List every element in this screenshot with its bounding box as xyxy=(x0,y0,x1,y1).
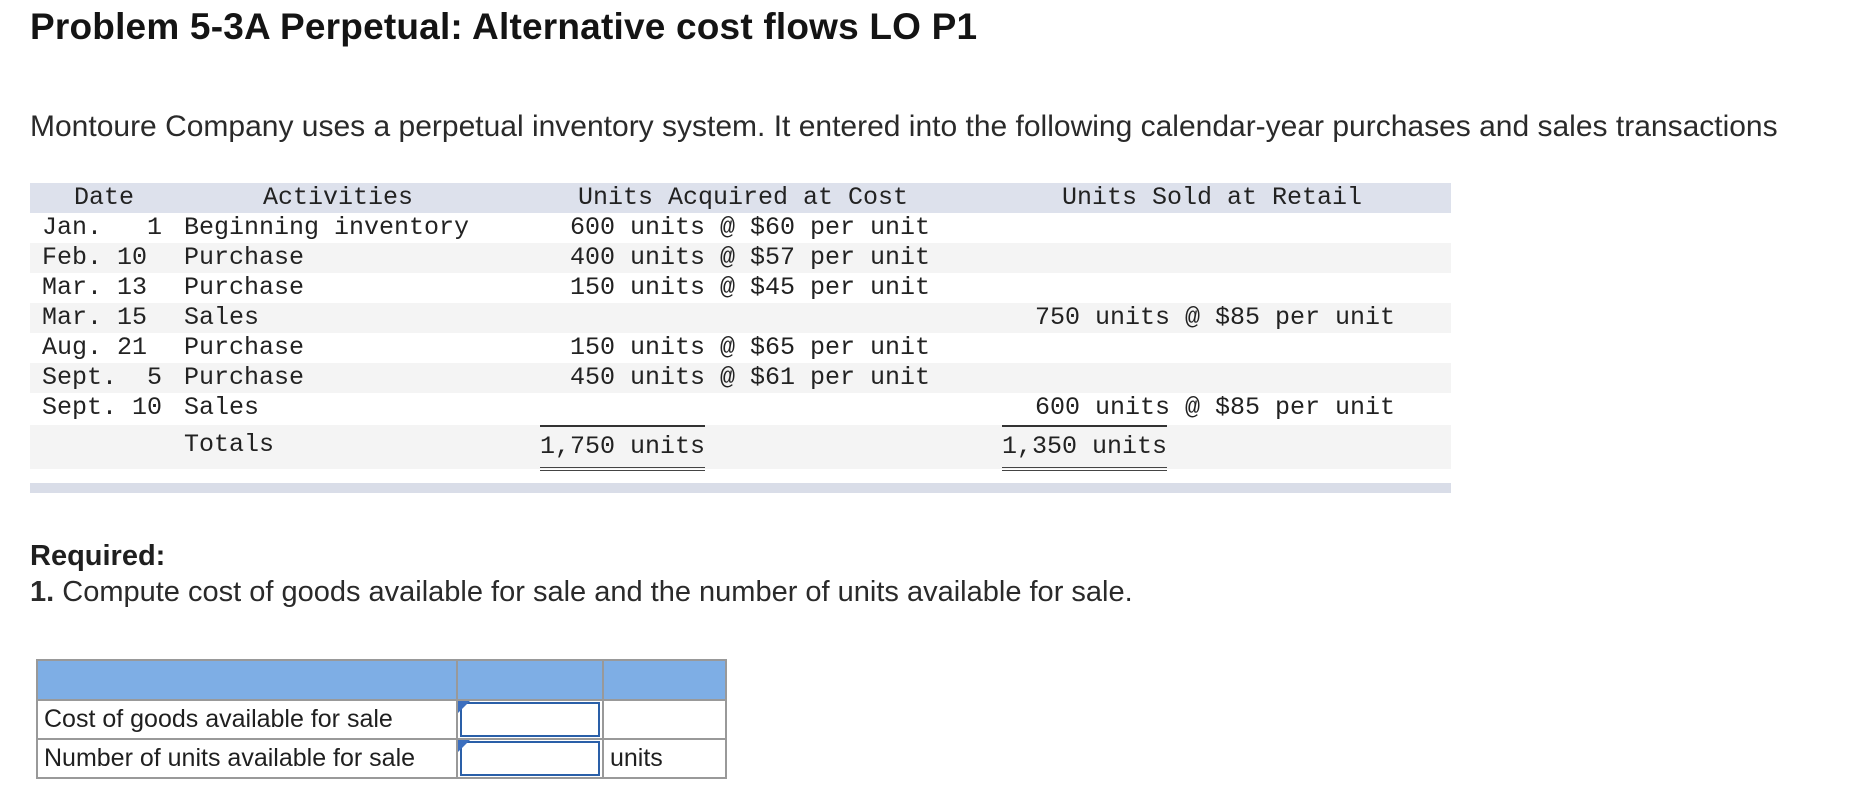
header-units-acquired: Units Acquired at Cost xyxy=(578,183,909,212)
table-bottom-bar xyxy=(30,483,1451,493)
question-number: 1. xyxy=(30,576,55,608)
table-row: Sept. 5 Purchase 450 units @ $61 per uni… xyxy=(30,363,1451,393)
page-title: Problem 5-3A Perpetual: Alternative cost… xyxy=(30,6,978,47)
intro-text: Montoure Company uses a perpetual invent… xyxy=(30,110,1778,143)
answer-header-cell xyxy=(36,659,458,701)
table-row: Mar. 15 Sales 750 units @ $85 per unit xyxy=(30,303,1451,333)
answer-header-cell xyxy=(456,659,604,701)
table-header-row: Date Activities Units Acquired at Cost U… xyxy=(30,183,1451,213)
row-acquired: 400 units @ $57 per unit xyxy=(570,243,931,272)
cost-of-goods-input[interactable] xyxy=(460,702,600,737)
table-totals-row: Totals 1,750 units 1,350 units xyxy=(30,425,1451,471)
input-flag-icon xyxy=(458,701,470,713)
answer-table: Cost of goods available for sale Number … xyxy=(36,659,727,779)
row-date: Feb. 10 xyxy=(42,243,148,272)
row-activity: Purchase xyxy=(184,273,305,302)
answer-unit: units xyxy=(602,738,727,779)
totals-acquired: 1,750 units xyxy=(540,425,706,471)
table-row: Mar. 13 Purchase 150 units @ $45 per uni… xyxy=(30,273,1451,303)
required-heading: Required: xyxy=(30,540,166,572)
answer-row: Cost of goods available for sale xyxy=(36,699,727,740)
answer-label: Number of units available for sale xyxy=(36,738,458,779)
row-date: Sept. 5 xyxy=(42,363,163,392)
row-date: Jan. 1 xyxy=(42,213,163,242)
answer-input-cell xyxy=(456,699,604,740)
input-flag-icon xyxy=(458,740,470,752)
transactions-table: Date Activities Units Acquired at Cost U… xyxy=(30,183,1451,471)
table-row: Feb. 10 Purchase 400 units @ $57 per uni… xyxy=(30,243,1451,273)
answer-unit xyxy=(602,699,727,740)
answer-row: Number of units available for sale units xyxy=(36,738,727,779)
row-date: Mar. 15 xyxy=(42,303,148,332)
answer-header-row xyxy=(36,659,727,701)
row-activity: Sales xyxy=(184,393,260,422)
row-acquired: 150 units @ $65 per unit xyxy=(570,333,931,362)
table-row: Jan. 1 Beginning inventory 600 units @ $… xyxy=(30,213,1451,243)
row-date: Aug. 21 xyxy=(42,333,148,362)
row-acquired: 450 units @ $61 per unit xyxy=(570,363,931,392)
totals-sold: 1,350 units xyxy=(1002,425,1168,471)
row-activity: Purchase xyxy=(184,333,305,362)
header-units-sold: Units Sold at Retail xyxy=(1062,183,1363,212)
answer-header-cell xyxy=(602,659,727,701)
header-activities: Activities xyxy=(263,183,414,212)
row-sold: 750 units @ $85 per unit xyxy=(1035,303,1396,332)
row-acquired: 600 units @ $60 per unit xyxy=(570,213,931,242)
row-activity: Purchase xyxy=(184,243,305,272)
answer-input-cell xyxy=(456,738,604,779)
units-available-input[interactable] xyxy=(460,741,600,776)
table-row: Sept. 10 Sales 600 units @ $85 per unit xyxy=(30,393,1451,423)
row-acquired: 150 units @ $45 per unit xyxy=(570,273,931,302)
row-sold: 600 units @ $85 per unit xyxy=(1035,393,1396,422)
row-activity: Purchase xyxy=(184,363,305,392)
answer-label: Cost of goods available for sale xyxy=(36,699,458,740)
row-date: Sept. 10 xyxy=(42,393,163,422)
header-date: Date xyxy=(74,183,135,212)
table-row: Aug. 21 Purchase 150 units @ $65 per uni… xyxy=(30,333,1451,363)
question-1: 1. Compute cost of goods available for s… xyxy=(30,576,1133,609)
row-date: Mar. 13 xyxy=(42,273,148,302)
row-activity: Sales xyxy=(184,303,260,332)
totals-label: Totals xyxy=(184,430,275,459)
row-activity: Beginning inventory xyxy=(184,213,470,242)
question-text: Compute cost of goods available for sale… xyxy=(62,576,1133,608)
